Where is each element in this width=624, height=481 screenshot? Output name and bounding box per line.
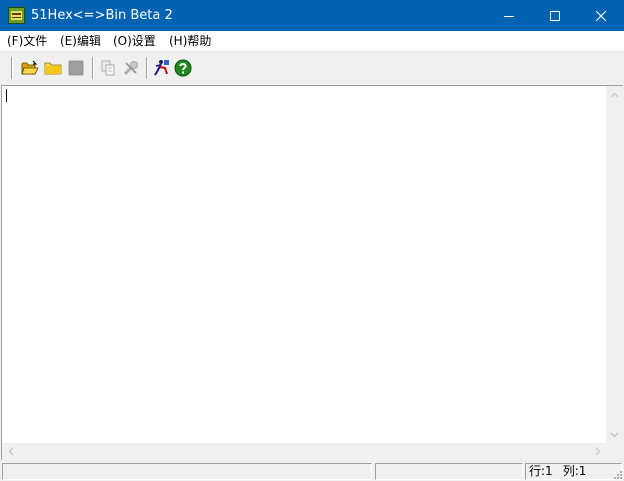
menu-settings[interactable]: (O)设置 — [113, 33, 156, 49]
title-bar[interactable]: 51Hex<=>Bin Beta 2 — [0, 0, 624, 31]
scroll-up-button[interactable] — [606, 86, 623, 103]
toolbar-divider — [146, 57, 147, 79]
horizontal-scrollbar[interactable] — [2, 443, 606, 460]
close-button[interactable] — [578, 0, 624, 31]
toolbar-divider — [11, 57, 12, 79]
copy-button[interactable] — [97, 57, 119, 79]
maximize-icon — [550, 10, 560, 21]
window-title: 51Hex<=>Bin Beta 2 — [31, 8, 173, 23]
copy-icon — [101, 60, 115, 76]
text-editor[interactable] — [1, 85, 623, 460]
menu-bar: (F)文件 (E)编辑 (O)设置 (H)帮助 — [0, 31, 624, 51]
status-bar: 行:1 列:1 — [0, 461, 624, 481]
app-window: 51Hex<=>Bin Beta 2 (F)文件 (E)编辑 (O)设置 (H)… — [0, 0, 624, 481]
toolbar-divider — [92, 57, 93, 79]
status-pane-secondary — [375, 463, 523, 480]
toolbar — [0, 52, 624, 84]
convert-button[interactable] — [150, 57, 172, 79]
tools-icon — [123, 61, 138, 76]
scroll-down-button[interactable] — [606, 426, 623, 443]
stop-button[interactable] — [65, 57, 87, 79]
chevron-down-icon — [610, 432, 619, 437]
minimize-icon — [504, 15, 514, 17]
menu-help[interactable]: (H)帮助 — [169, 33, 211, 49]
help-button[interactable] — [172, 57, 194, 79]
status-column: 列:1 — [562, 464, 587, 478]
menu-edit[interactable]: (E)编辑 — [60, 33, 101, 49]
status-line: 行:1 — [529, 464, 553, 478]
scrollbar-corner — [606, 443, 623, 460]
scroll-left-button[interactable] — [2, 443, 19, 460]
tools-button[interactable] — [120, 57, 142, 79]
status-cursor-position: 行:1 列:1 — [525, 463, 622, 480]
help-icon — [174, 59, 192, 77]
open-folder-icon — [21, 60, 39, 75]
minimize-button[interactable] — [486, 0, 532, 31]
new-folder-icon — [44, 62, 62, 75]
scroll-right-button[interactable] — [589, 443, 606, 460]
chevron-right-icon — [595, 447, 600, 456]
convert-icon — [154, 60, 169, 76]
text-caret — [6, 89, 7, 102]
menu-file[interactable]: (F)文件 — [7, 33, 47, 49]
stop-icon — [68, 60, 84, 76]
chevron-left-icon — [8, 447, 13, 456]
maximize-button[interactable] — [532, 0, 578, 31]
chevron-up-icon — [610, 92, 619, 97]
close-icon — [596, 10, 606, 21]
resize-grip-icon[interactable] — [611, 468, 623, 480]
new-folder-button[interactable] — [42, 57, 64, 79]
status-pane-main — [2, 463, 372, 480]
open-file-button[interactable] — [19, 57, 41, 79]
app-icon[interactable] — [8, 7, 25, 24]
vertical-scrollbar[interactable] — [606, 86, 623, 443]
